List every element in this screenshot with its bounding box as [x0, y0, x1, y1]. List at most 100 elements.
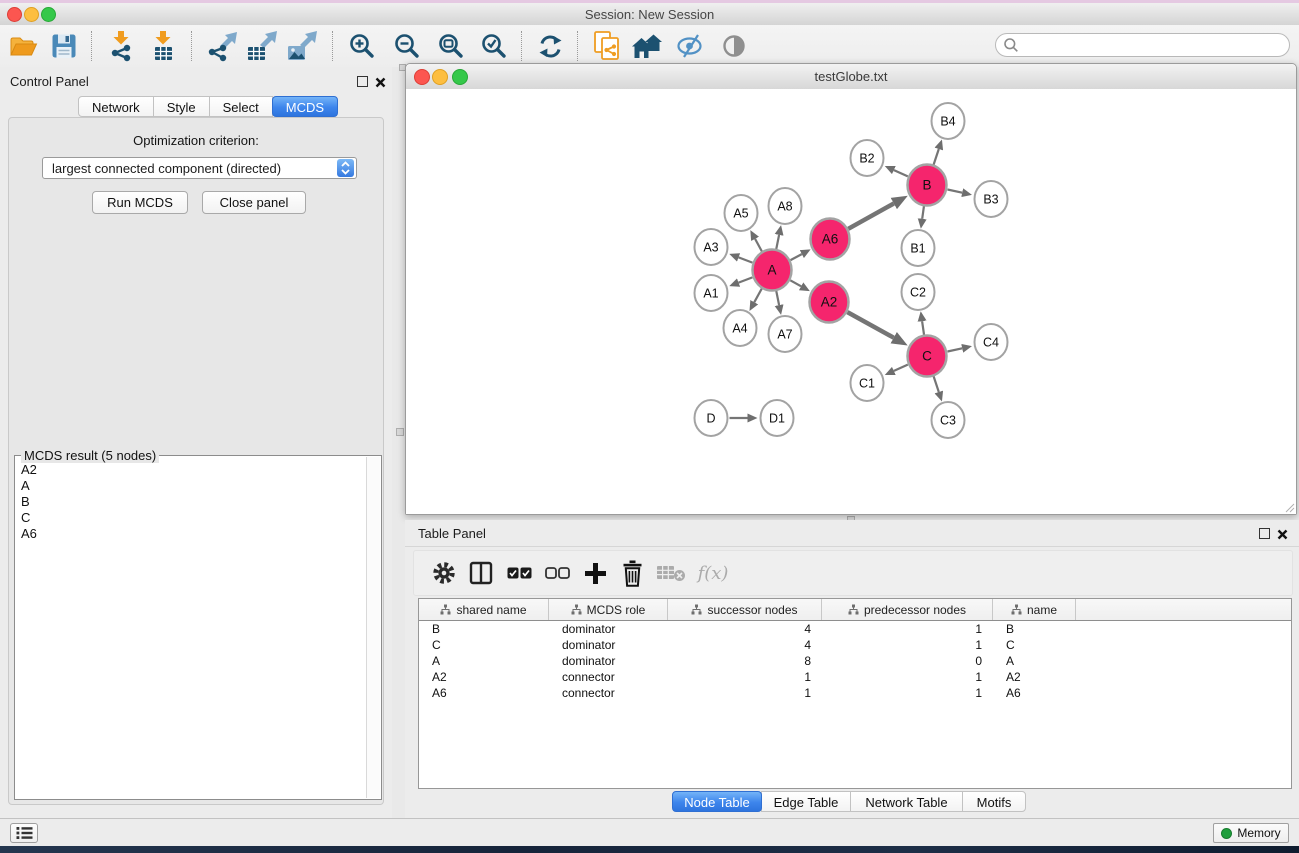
- tab-motifs[interactable]: Motifs: [962, 791, 1026, 812]
- scrollbar-track[interactable]: [366, 457, 380, 798]
- mcds-result-item[interactable]: B: [17, 494, 357, 510]
- home-layout-icon[interactable]: [630, 29, 666, 63]
- select-all-icon[interactable]: [501, 555, 537, 591]
- table-row[interactable]: A2connector11A2: [419, 669, 1291, 685]
- graph-edge-C-C3[interactable]: [934, 376, 939, 392]
- close-panel-button[interactable]: Close panel: [202, 191, 306, 214]
- graph-node-A4[interactable]: A4: [724, 310, 757, 346]
- open-file-icon[interactable]: [5, 29, 41, 63]
- tab-style[interactable]: Style: [153, 96, 210, 117]
- column-header-MCDS-role[interactable]: MCDS role: [549, 599, 668, 620]
- mcds-result-item[interactable]: A: [17, 478, 357, 494]
- graph-edge-A-A1[interactable]: [739, 277, 753, 282]
- graph-node-A5[interactable]: A5: [725, 195, 758, 231]
- graph-node-C2[interactable]: C2: [902, 274, 935, 310]
- graph-edge-B-B2[interactable]: [894, 170, 908, 176]
- graph-node-C[interactable]: C: [908, 336, 947, 377]
- graph-node-D[interactable]: D: [695, 400, 728, 436]
- graph-node-A3[interactable]: A3: [695, 229, 728, 265]
- refresh-icon[interactable]: [532, 29, 568, 63]
- graph-edge-A-A4[interactable]: [754, 288, 762, 302]
- optimization-criterion-select[interactable]: largest connected component (directed): [42, 157, 357, 179]
- graph-node-C1[interactable]: C1: [851, 365, 884, 401]
- column-header-successor-nodes[interactable]: successor nodes: [668, 599, 822, 620]
- graph-node-B2[interactable]: B2: [851, 140, 884, 176]
- mcds-result-item[interactable]: A2: [17, 462, 357, 478]
- graph-edge-B-B1[interactable]: [922, 206, 924, 219]
- tab-edge-table[interactable]: Edge Table: [761, 791, 851, 812]
- graph-node-B3[interactable]: B3: [975, 181, 1008, 217]
- zoom-fit-icon[interactable]: [433, 29, 469, 63]
- show-panels-icon[interactable]: [716, 29, 752, 63]
- hide-panels-icon[interactable]: [672, 29, 708, 63]
- close-panel-icon[interactable]: [1277, 527, 1288, 545]
- import-network-icon[interactable]: [103, 29, 139, 63]
- graph-edge-A-A6[interactable]: [791, 254, 802, 260]
- graph-node-B1[interactable]: B1: [902, 230, 935, 266]
- close-panel-icon[interactable]: [375, 75, 386, 93]
- run-mcds-button[interactable]: Run MCDS: [92, 191, 188, 214]
- tab-select[interactable]: Select: [209, 96, 273, 117]
- tab-network-table[interactable]: Network Table: [850, 791, 963, 812]
- export-network-icon[interactable]: [204, 29, 240, 63]
- mcds-result-item[interactable]: C: [17, 510, 357, 526]
- column-layout-icon[interactable]: [463, 555, 499, 591]
- zoom-selected-icon[interactable]: [476, 29, 512, 63]
- network-window-titlebar[interactable]: testGlobe.txt: [406, 64, 1296, 90]
- network-graph[interactable]: B4 B2 B B3 A5 A8A6 B1 A3 A A1 C2 A2 A4 A7 C4 C C1 C3 D D1: [406, 89, 1296, 514]
- vertical-splitter-handle[interactable]: [396, 428, 404, 436]
- table-row[interactable]: Bdominator41B: [419, 621, 1291, 637]
- task-history-button[interactable]: [10, 823, 38, 843]
- graph-edge-B-B3[interactable]: [948, 190, 963, 193]
- duplicate-network-icon[interactable]: [589, 29, 625, 63]
- settings-gear-icon[interactable]: [426, 555, 462, 591]
- memory-button[interactable]: Memory: [1213, 823, 1289, 843]
- zoom-in-icon[interactable]: [344, 29, 380, 63]
- graph-node-A6[interactable]: A6: [811, 219, 850, 260]
- mcds-result-item[interactable]: A6: [17, 526, 357, 542]
- graph-node-A2[interactable]: A2: [810, 282, 849, 323]
- graph-node-B4[interactable]: B4: [932, 103, 965, 139]
- graph-edge-C-C4[interactable]: [948, 348, 963, 351]
- graph-edge-A-A5[interactable]: [755, 239, 762, 252]
- export-image-icon[interactable]: [284, 29, 320, 63]
- graph-edge-C-C1[interactable]: [894, 365, 908, 371]
- delete-column-icon[interactable]: [614, 555, 650, 591]
- graph-node-A8[interactable]: A8: [769, 188, 802, 224]
- graph-node-D1[interactable]: D1: [761, 400, 794, 436]
- save-session-icon[interactable]: [46, 29, 82, 63]
- column-header-shared-name[interactable]: shared name: [419, 599, 549, 620]
- graph-edge-A-A2[interactable]: [790, 280, 801, 286]
- column-header-predecessor-nodes[interactable]: predecessor nodes: [822, 599, 993, 620]
- graph-edge-A6-B[interactable]: [848, 204, 894, 229]
- graph-edge-A2-C[interactable]: [847, 312, 893, 338]
- deselect-all-icon[interactable]: [539, 555, 575, 591]
- search-box[interactable]: [995, 33, 1290, 57]
- graph-node-B[interactable]: B: [908, 165, 947, 206]
- graph-node-A[interactable]: A: [753, 250, 792, 291]
- network-canvas[interactable]: B4 B2 B B3 A5 A8A6 B1 A3 A A1 C2 A2 A4 A7 C4 C C1 C3 D D1: [406, 89, 1296, 514]
- float-panel-icon[interactable]: [1259, 528, 1270, 539]
- graph-edge-A-A3[interactable]: [739, 257, 753, 262]
- export-table-icon[interactable]: [244, 29, 280, 63]
- graph-node-A1[interactable]: A1: [695, 275, 728, 311]
- graph-edge-A-A7[interactable]: [776, 291, 779, 306]
- tab-network[interactable]: Network: [78, 96, 154, 117]
- tab-node-table[interactable]: Node Table: [672, 791, 762, 812]
- graph-node-C3[interactable]: C3: [932, 402, 965, 438]
- graph-edge-A-A8[interactable]: [776, 235, 779, 250]
- search-input[interactable]: [1023, 37, 1289, 54]
- import-table-icon[interactable]: [145, 29, 181, 63]
- tab-mcds[interactable]: MCDS: [272, 96, 338, 117]
- graph-node-C4[interactable]: C4: [975, 324, 1008, 360]
- table-row[interactable]: A6connector11A6: [419, 685, 1291, 701]
- column-header-name[interactable]: name: [993, 599, 1076, 620]
- resize-grip-icon[interactable]: [1283, 501, 1295, 513]
- graph-edge-B-B4[interactable]: [934, 149, 939, 165]
- zoom-out-icon[interactable]: [389, 29, 425, 63]
- table-row[interactable]: Cdominator41C: [419, 637, 1291, 653]
- table-row[interactable]: Adominator80A: [419, 653, 1291, 669]
- float-panel-icon[interactable]: [357, 76, 368, 87]
- graph-edge-C-C2[interactable]: [922, 321, 924, 335]
- graph-node-A7[interactable]: A7: [769, 316, 802, 352]
